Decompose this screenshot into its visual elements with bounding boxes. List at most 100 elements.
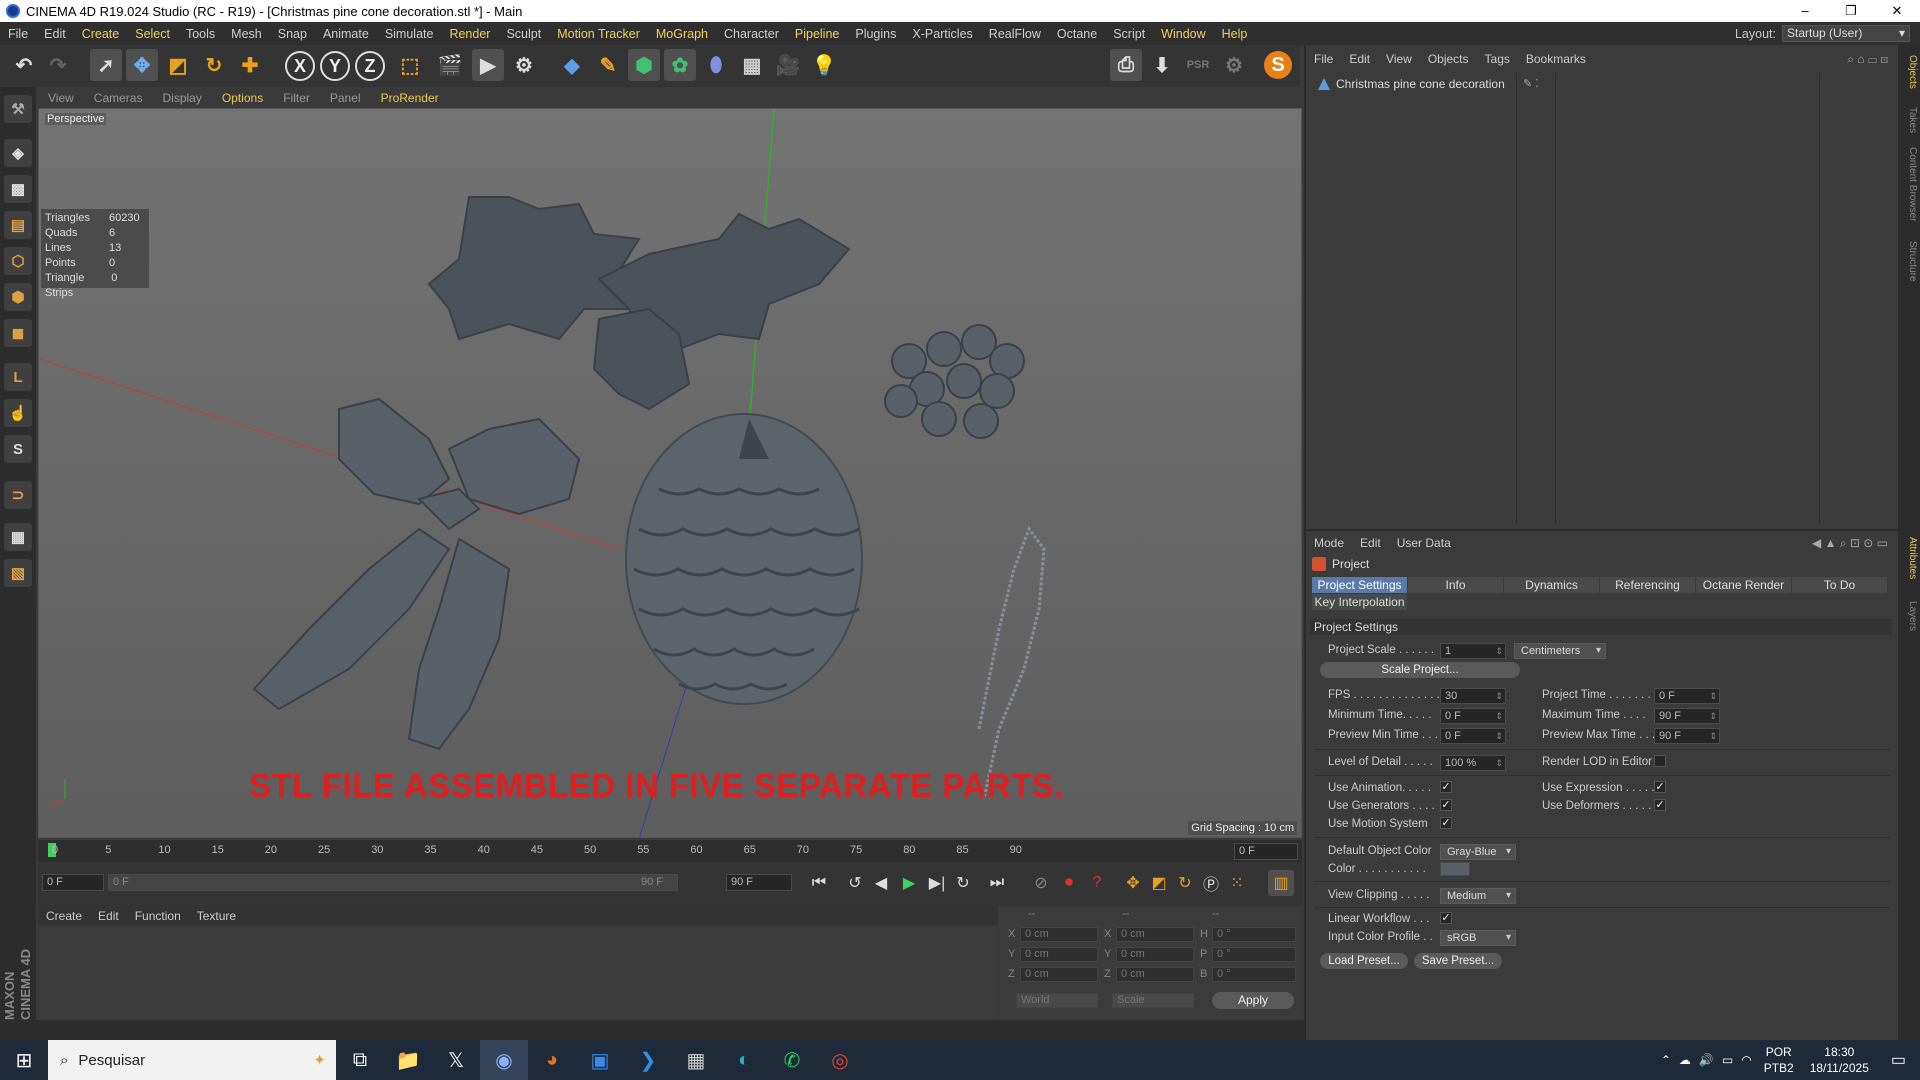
notifications-icon[interactable]: ▭: [1877, 1050, 1920, 1070]
menu-script[interactable]: Script: [1105, 27, 1153, 41]
size-x-field[interactable]: 0 cm: [1116, 927, 1194, 942]
subdivision-surface-icon[interactable]: ⬢: [628, 49, 660, 81]
light-icon[interactable]: 💡: [808, 49, 840, 81]
coordinate-system-icon[interactable]: ⬚: [394, 49, 426, 81]
clock[interactable]: 18:30 18/11/2025: [1802, 1044, 1877, 1076]
save-preset-button[interactable]: Save Preset...: [1414, 953, 1502, 969]
whatsapp-icon[interactable]: ✆: [768, 1040, 816, 1080]
pen-spline-icon[interactable]: ✎: [592, 49, 624, 81]
current-frame-field[interactable]: 0 F: [1234, 843, 1298, 860]
viewport-menu-display[interactable]: Display: [152, 91, 211, 105]
default-object-color-dropdown[interactable]: Gray-Blue: [1440, 844, 1516, 860]
menu-motion-tracker[interactable]: Motion Tracker: [549, 27, 648, 41]
points-mode-icon[interactable]: ⬡: [4, 247, 32, 275]
obj-menu-tags[interactable]: Tags: [1477, 52, 1518, 66]
tray-chevron-icon[interactable]: ⌃: [1657, 1053, 1675, 1067]
menu-select[interactable]: Select: [127, 27, 178, 41]
language-indicator[interactable]: POR PTB2: [1756, 1044, 1802, 1076]
blender-icon[interactable]: ◕: [528, 1040, 576, 1080]
tab-info[interactable]: Info: [1408, 577, 1504, 593]
y-axis-lock-icon[interactable]: Y: [320, 51, 350, 81]
menu-character[interactable]: Character: [716, 27, 787, 41]
obj-menu-bookmarks[interactable]: Bookmarks: [1518, 52, 1594, 66]
use-deformers-checkbox[interactable]: ✓: [1654, 799, 1666, 811]
calculator-icon[interactable]: ▦: [672, 1040, 720, 1080]
material-menu-texture[interactable]: Texture: [189, 909, 244, 923]
octane-export-icon[interactable]: ⬇: [1146, 49, 1178, 81]
tab-attributes[interactable]: Attributes: [1900, 537, 1918, 579]
menu-window[interactable]: Window: [1153, 27, 1213, 41]
view-clipping-dropdown[interactable]: Medium: [1440, 888, 1516, 904]
file-explorer-icon[interactable]: 📁: [384, 1040, 432, 1080]
rotation-key-icon[interactable]: ↻: [1172, 870, 1198, 896]
motion-recording-icon[interactable]: ⊘: [1028, 870, 1054, 896]
windows-start-icon[interactable]: ⊞: [0, 1040, 48, 1080]
onedrive-icon[interactable]: ☁: [1675, 1053, 1695, 1067]
menu-render[interactable]: Render: [441, 27, 498, 41]
lod-field[interactable]: 100 %: [1440, 755, 1506, 771]
attr-menu-mode[interactable]: Mode: [1306, 536, 1352, 550]
pos-x-field[interactable]: 0 cm: [1020, 927, 1098, 942]
project-scale-field[interactable]: 1: [1440, 643, 1506, 659]
material-menu-function[interactable]: Function: [127, 909, 189, 923]
vscode-icon[interactable]: ❯: [624, 1040, 672, 1080]
tab-dynamics[interactable]: Dynamics: [1504, 577, 1600, 593]
menu-mesh[interactable]: Mesh: [223, 27, 270, 41]
obj-search-home-icons[interactable]: ⌕ ⌂ ▭ ⊡: [1847, 52, 1888, 67]
tab-key-interpolation[interactable]: Key Interpolation: [1312, 594, 1408, 610]
floor-icon[interactable]: ▦: [736, 49, 768, 81]
scale-key-icon[interactable]: ◩: [1146, 870, 1172, 896]
end-frame-field[interactable]: 90 F: [726, 874, 792, 891]
visibility-dots-icon[interactable]: ✎ ⁚: [1523, 77, 1539, 90]
magnet-icon[interactable]: ⊃: [4, 481, 32, 509]
attr-menu-user-data[interactable]: User Data: [1389, 536, 1459, 550]
wifi-icon[interactable]: ◠: [1737, 1053, 1755, 1067]
go-to-end-icon[interactable]: ⏭: [984, 870, 1010, 896]
preview-range-slider[interactable]: 0 F 90 F: [108, 874, 678, 891]
taskbar-search-box[interactable]: ⌕ Pesquisar ✦: [48, 1040, 336, 1080]
menu-sculpt[interactable]: Sculpt: [498, 27, 549, 41]
tab-takes[interactable]: Takes: [1900, 107, 1918, 133]
menu-realflow[interactable]: RealFlow: [981, 27, 1049, 41]
tab-to-do[interactable]: To Do: [1792, 577, 1888, 593]
edge-icon[interactable]: ◐: [720, 1040, 768, 1080]
planar-workplane-icon[interactable]: ▧: [4, 559, 32, 587]
viewport-menu-filter[interactable]: Filter: [273, 91, 320, 105]
menu-pipeline[interactable]: Pipeline: [787, 27, 847, 41]
object-name[interactable]: Christmas pine cone decoration: [1336, 77, 1505, 91]
menu-animate[interactable]: Animate: [315, 27, 377, 41]
start-frame-field[interactable]: 0 F: [42, 874, 104, 891]
viewport-menu-panel[interactable]: Panel: [320, 91, 371, 105]
viewport-menu-options[interactable]: Options: [212, 91, 273, 105]
octane-live-viewer-icon[interactable]: ⎙: [1110, 49, 1142, 81]
move-tool-icon[interactable]: ✥: [126, 49, 158, 81]
workplane-lock-icon[interactable]: ▦: [4, 523, 32, 551]
z-axis-lock-icon[interactable]: Z: [355, 51, 385, 81]
use-generators-checkbox[interactable]: ✓: [1440, 799, 1452, 811]
tab-layers[interactable]: Layers: [1900, 601, 1918, 631]
position-key-icon[interactable]: ✥: [1120, 870, 1146, 896]
next-frame-icon[interactable]: ▶|: [924, 870, 950, 896]
battery-icon[interactable]: ▭: [1718, 1053, 1737, 1067]
preview-max-field[interactable]: 90 F: [1654, 728, 1720, 744]
tweak-mode-icon[interactable]: ☝: [4, 399, 32, 427]
render-lod-checkbox[interactable]: [1654, 755, 1666, 767]
size-y-field[interactable]: 0 cm: [1116, 947, 1194, 962]
edit-render-settings-icon[interactable]: ⚙: [508, 49, 540, 81]
close-button[interactable]: ✕: [1874, 0, 1920, 22]
input-color-profile-dropdown[interactable]: sRGB: [1440, 930, 1516, 946]
material-menu-create[interactable]: Create: [38, 909, 90, 923]
use-expression-checkbox[interactable]: ✓: [1654, 781, 1666, 793]
minimize-button[interactable]: –: [1782, 0, 1828, 22]
cloner-icon[interactable]: ✿: [664, 49, 696, 81]
apply-button[interactable]: Apply: [1212, 992, 1294, 1009]
size-mode-dropdown[interactable]: Scale: [1112, 993, 1194, 1008]
go-to-start-icon[interactable]: ⏮: [806, 870, 832, 896]
axis-mode-icon[interactable]: L: [4, 363, 32, 391]
menu-mograph[interactable]: MoGraph: [648, 27, 716, 41]
pos-z-field[interactable]: 0 cm: [1020, 967, 1098, 982]
menu-file[interactable]: File: [0, 27, 36, 41]
linear-workflow-checkbox[interactable]: ✓: [1440, 912, 1452, 924]
next-keyframe-icon[interactable]: ↻: [950, 870, 976, 896]
scale-tool-icon[interactable]: ◩: [162, 49, 194, 81]
